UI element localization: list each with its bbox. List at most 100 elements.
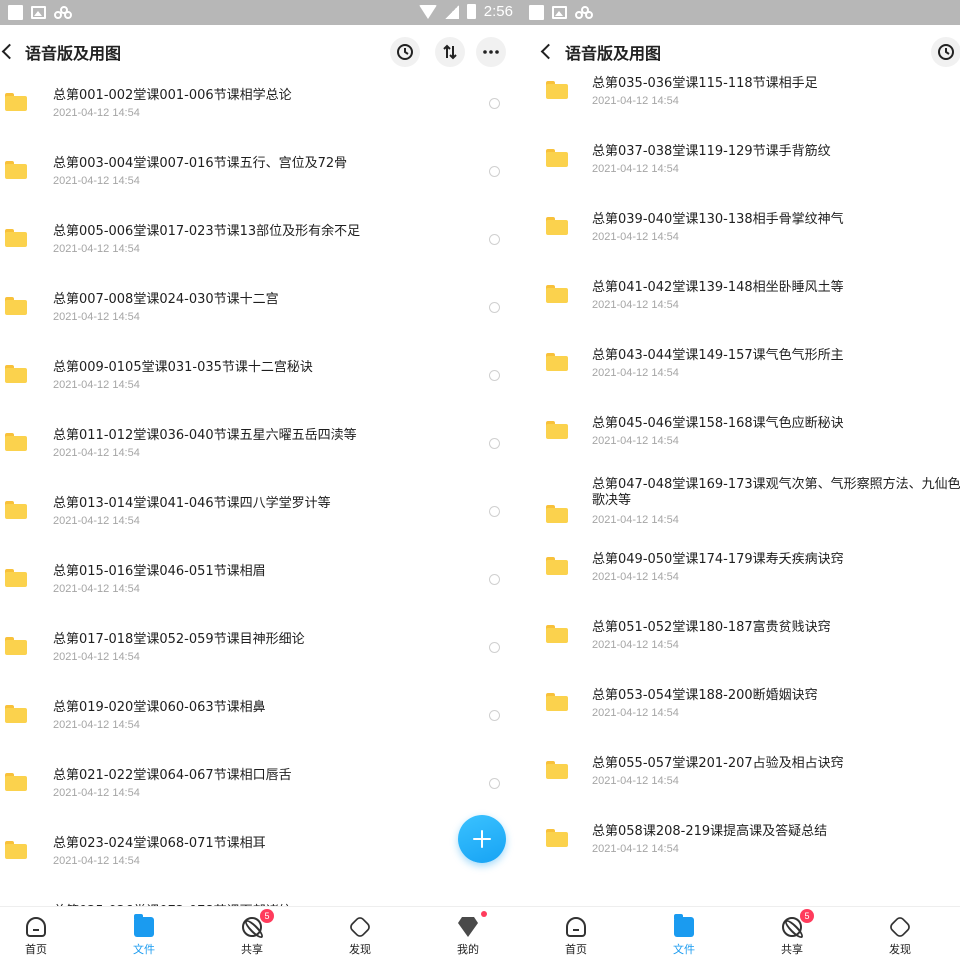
list-item[interactable]: 总第015-016堂课046-051节课相眉 2021-04-12 14:54 <box>0 554 521 622</box>
select-radio[interactable] <box>489 234 500 245</box>
file-date: 2021-04-12 14:54 <box>592 299 679 311</box>
select-radio[interactable] <box>489 778 500 789</box>
nav-label: 共享 <box>241 943 263 956</box>
list-item[interactable]: 总第005-006堂课017-023节课13部位及形有余不足 2021-04-12… <box>0 214 521 282</box>
folder-icon <box>546 353 568 371</box>
list-item[interactable]: 总第039-040堂课130-138相手骨掌纹神气 2021-04-12 14:5… <box>521 202 960 270</box>
select-radio[interactable] <box>489 166 500 177</box>
file-name: 总第009-0105堂课031-035节课十二宫秘诀 <box>53 360 313 375</box>
file-name: 总第039-040堂课130-138相手骨掌纹神气 <box>592 212 844 227</box>
sort-button[interactable] <box>435 37 465 67</box>
file-name: 总第017-018堂课052-059节课目神形细论 <box>53 632 305 647</box>
list-item[interactable]: 总第037-038堂课119-129节课手背筋纹 2021-04-12 14:54 <box>521 134 960 202</box>
cloud-app-icon <box>575 5 593 20</box>
battery-icon <box>466 4 476 19</box>
header: 语音版及用图 <box>0 25 521 77</box>
file-name: 总第043-044堂课149-157课气色气形所主 <box>592 348 844 363</box>
folder-icon <box>546 829 568 847</box>
list-item[interactable]: 总第047-048堂课169-173课观气次第、气形察照方法、九仙色歌决等 202… <box>521 474 960 542</box>
share-icon <box>782 917 802 937</box>
nav-item-folder[interactable]: 文件 <box>648 907 720 960</box>
list-item[interactable]: 总第058课208-219课提高课及答疑总结 2021-04-12 14:54 <box>521 814 960 882</box>
cloud-app-icon <box>54 5 72 20</box>
nav-item-share[interactable]: 5 共享 <box>756 907 828 960</box>
file-date: 2021-04-12 14:54 <box>53 379 140 391</box>
home-icon <box>26 917 46 937</box>
list-item[interactable]: 总第021-022堂课064-067节课相口唇舌 2021-04-12 14:54 <box>0 758 521 826</box>
file-name: 总第003-004堂课007-016节课五行、宫位及72骨 <box>53 156 348 171</box>
select-radio[interactable] <box>489 506 500 517</box>
list-item[interactable]: 总第001-002堂课001-006节课相学总论 2021-04-12 14:54 <box>0 78 521 146</box>
folder-icon <box>546 149 568 167</box>
file-date: 2021-04-12 14:54 <box>592 367 679 379</box>
folder-icon <box>5 773 27 791</box>
history-button[interactable] <box>931 37 960 67</box>
folder-icon <box>5 841 27 859</box>
discover-icon <box>887 914 913 940</box>
list-item[interactable]: 总第055-057堂课201-207占验及相占诀窍 2021-04-12 14:5… <box>521 746 960 814</box>
folder-icon <box>5 229 27 247</box>
notification-square-icon <box>529 5 544 20</box>
select-radio[interactable] <box>489 302 500 313</box>
file-date: 2021-04-12 14:54 <box>53 855 140 867</box>
folder-icon <box>5 161 27 179</box>
back-button[interactable] <box>0 39 20 63</box>
history-button[interactable] <box>390 37 420 67</box>
file-date: 2021-04-12 14:54 <box>592 707 679 719</box>
nav-item-folder[interactable]: 文件 <box>108 907 180 960</box>
nav-item-home[interactable]: 首页 <box>540 907 612 960</box>
share-icon <box>242 917 262 937</box>
select-radio[interactable] <box>489 98 500 109</box>
nav-item-discover[interactable]: 发现 <box>864 907 936 960</box>
folder-icon <box>546 625 568 643</box>
page-title: 语音版及用图 <box>565 44 662 63</box>
more-icon <box>483 50 499 54</box>
nav-item-share[interactable]: 5 共享 <box>216 907 288 960</box>
status-bar <box>521 0 960 25</box>
file-date: 2021-04-12 14:54 <box>53 311 140 323</box>
folder-icon <box>546 421 568 439</box>
list-item[interactable]: 总第009-0105堂课031-035节课十二宫秘诀 2021-04-12 14:… <box>0 350 521 418</box>
nav-label: 首页 <box>25 943 47 956</box>
file-name: 总第058课208-219课提高课及答疑总结 <box>592 824 828 839</box>
list-item[interactable]: 总第035-036堂课115-118节课相手足 2021-04-12 14:54 <box>521 66 960 134</box>
notification-square-icon <box>8 5 23 20</box>
add-button[interactable] <box>458 815 506 863</box>
list-item[interactable]: 总第017-018堂课052-059节课目神形细论 2021-04-12 14:5… <box>0 622 521 690</box>
select-radio[interactable] <box>489 574 500 585</box>
file-date: 2021-04-12 14:54 <box>592 514 679 526</box>
list-item[interactable]: 总第011-012堂课036-040节课五星六曜五岳四渎等 2021-04-12 … <box>0 418 521 486</box>
discover-icon <box>347 914 373 940</box>
list-item[interactable]: 总第045-046堂课158-168课气色应断秘诀 2021-04-12 14:5… <box>521 406 960 474</box>
list-item[interactable]: 总第049-050堂课174-179课寿夭疾病诀窍 2021-04-12 14:5… <box>521 542 960 610</box>
folder-icon <box>546 285 568 303</box>
file-name: 总第021-022堂课064-067节课相口唇舌 <box>53 768 292 783</box>
back-button[interactable] <box>539 39 559 63</box>
file-date: 2021-04-12 14:54 <box>592 95 679 107</box>
list-item[interactable]: 总第041-042堂课139-148相坐卧睡风土等 2021-04-12 14:5… <box>521 270 960 338</box>
list-item[interactable]: 总第003-004堂课007-016节课五行、宫位及72骨 2021-04-12 … <box>0 146 521 214</box>
nav-item-discover[interactable]: 发现 <box>324 907 396 960</box>
nav-item-profile[interactable]: 我的 <box>432 907 504 960</box>
select-radio[interactable] <box>489 370 500 381</box>
list-item[interactable]: 总第053-054堂课188-200断婚姻诀窍 2021-04-12 14:54 <box>521 678 960 746</box>
list-item[interactable]: 总第007-008堂课024-030节课十二宫 2021-04-12 14:54 <box>0 282 521 350</box>
list-item[interactable]: 总第019-020堂课060-063节课相鼻 2021-04-12 14:54 <box>0 690 521 758</box>
more-button[interactable] <box>476 37 506 67</box>
folder-icon <box>546 761 568 779</box>
notification-dot <box>481 911 487 917</box>
list-item[interactable]: 总第013-014堂课041-046节课四八学堂罗计等 2021-04-12 14… <box>0 486 521 554</box>
list-item[interactable]: 总第043-044堂课149-157课气色气形所主 2021-04-12 14:5… <box>521 338 960 406</box>
list-item[interactable]: 总第051-052堂课180-187富贵贫贱诀窍 2021-04-12 14:54 <box>521 610 960 678</box>
select-radio[interactable] <box>489 438 500 449</box>
select-radio[interactable] <box>489 642 500 653</box>
nav-item-home[interactable]: 首页 <box>0 907 72 960</box>
folder-icon <box>5 569 27 587</box>
file-name: 总第001-002堂课001-006节课相学总论 <box>53 88 292 103</box>
folder-icon <box>5 501 27 519</box>
list-item[interactable]: 总第023-024堂课068-071节课相耳 2021-04-12 14:54 <box>0 826 521 894</box>
file-date: 2021-04-12 14:54 <box>592 843 679 855</box>
select-radio[interactable] <box>489 710 500 721</box>
history-icon <box>397 44 413 60</box>
file-date: 2021-04-12 14:54 <box>592 775 679 787</box>
